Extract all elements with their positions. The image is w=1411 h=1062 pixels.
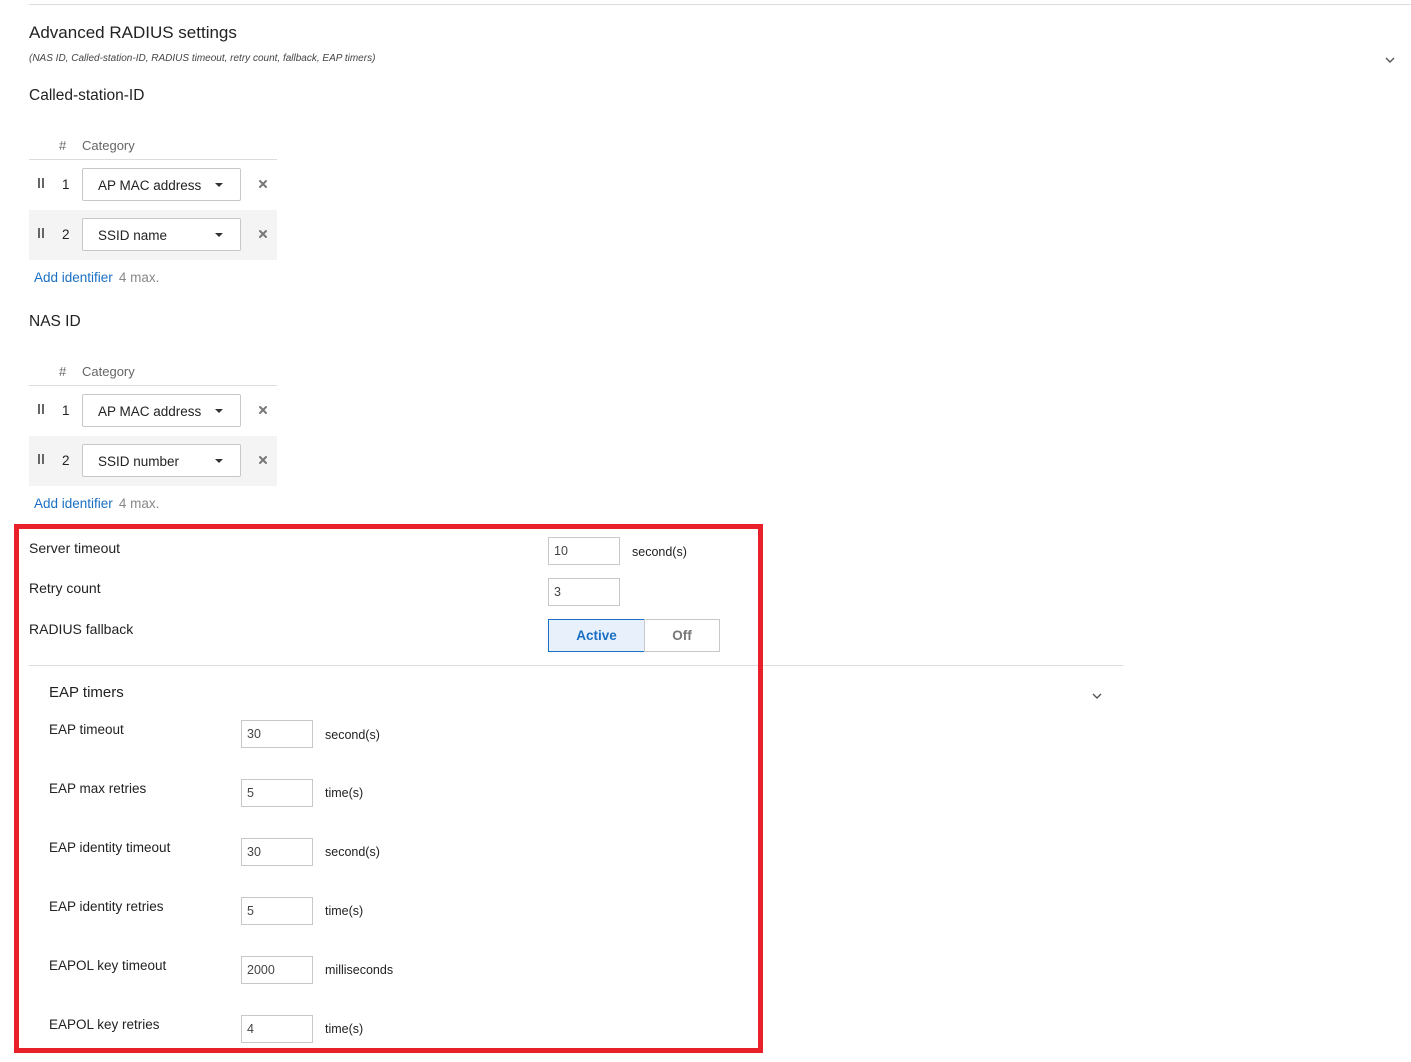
close-icon[interactable] xyxy=(257,177,269,189)
server-timeout-label: Server timeout xyxy=(29,540,121,556)
nas-id-table: # Category 1 AP MAC address 2 SSID numbe… xyxy=(29,355,277,486)
eap-identity-timeout-label: EAP identity timeout xyxy=(49,840,171,855)
category-select-value: SSID number xyxy=(98,454,180,469)
close-icon[interactable] xyxy=(257,403,269,415)
eapol-key-timeout-input[interactable] xyxy=(241,956,313,984)
eap-max-retries-label: EAP max retries xyxy=(49,781,147,796)
eap-timers-title: EAP timers xyxy=(49,684,124,701)
add-identifier-link[interactable]: Add identifier xyxy=(34,270,113,285)
caret-down-icon xyxy=(215,233,223,237)
drag-handle-icon[interactable] xyxy=(38,178,44,190)
eap-identity-timeout-unit: second(s) xyxy=(325,845,380,859)
row-number: 2 xyxy=(62,227,70,242)
table-row: 1 AP MAC address xyxy=(29,386,277,436)
top-divider xyxy=(29,4,1411,5)
category-select[interactable]: AP MAC address xyxy=(82,168,241,201)
category-select-value: AP MAC address xyxy=(98,404,202,419)
row-number: 2 xyxy=(62,453,70,468)
eap-identity-timeout-input[interactable] xyxy=(241,838,313,866)
add-identifier-row: Add identifier 4 max. xyxy=(34,270,159,285)
table-row: 2 SSID name xyxy=(29,210,277,260)
table-header: # Category xyxy=(29,355,277,386)
category-select-value: SSID name xyxy=(98,228,168,243)
eapol-key-retries-unit: time(s) xyxy=(325,1022,364,1036)
radius-fallback-label: RADIUS fallback xyxy=(29,621,134,637)
drag-handle-icon[interactable] xyxy=(38,228,44,240)
retry-count-label: Retry count xyxy=(29,580,101,596)
section-subtitle: (NAS ID, Called-station-ID, RADIUS timeo… xyxy=(29,53,376,64)
eapol-key-timeout-unit: milliseconds xyxy=(325,963,394,977)
eap-timeout-label: EAP timeout xyxy=(49,722,124,737)
drag-handle-icon[interactable] xyxy=(38,404,44,416)
add-identifier-row: Add identifier 4 max. xyxy=(34,496,159,511)
eap-divider xyxy=(29,665,1123,666)
column-category: Category xyxy=(82,364,135,379)
radius-fallback-toggle: Active Off xyxy=(548,619,720,652)
category-select-value: AP MAC address xyxy=(98,178,202,193)
max-note: 4 max. xyxy=(118,270,160,285)
table-row: 2 SSID number xyxy=(29,436,277,486)
section-title: Advanced RADIUS settings xyxy=(29,23,237,42)
table-row: 1 AP MAC address xyxy=(29,160,277,210)
add-identifier-link[interactable]: Add identifier xyxy=(34,496,113,511)
eap-timeout-input[interactable] xyxy=(241,720,313,748)
fallback-off-button[interactable]: Off xyxy=(644,619,720,652)
column-number: # xyxy=(59,138,67,153)
eap-identity-retries-label: EAP identity retries xyxy=(49,899,164,914)
caret-down-icon xyxy=(215,409,223,413)
caret-down-icon xyxy=(215,183,223,187)
eap-max-retries-input[interactable] xyxy=(241,779,313,807)
row-number: 1 xyxy=(62,403,70,418)
close-icon[interactable] xyxy=(257,453,269,465)
chevron-down-icon[interactable] xyxy=(1383,53,1397,67)
category-select[interactable]: AP MAC address xyxy=(82,394,241,427)
eapol-key-timeout-label: EAPOL key timeout xyxy=(49,958,167,973)
eapol-key-retries-input[interactable] xyxy=(241,1015,313,1043)
category-select[interactable]: SSID name xyxy=(82,218,241,251)
fallback-active-button[interactable]: Active xyxy=(548,619,645,652)
table-header: # Category xyxy=(29,129,277,160)
category-select[interactable]: SSID number xyxy=(82,444,241,477)
eap-identity-retries-unit: time(s) xyxy=(325,904,364,918)
caret-down-icon xyxy=(215,459,223,463)
server-timeout-unit: second(s) xyxy=(632,545,687,559)
row-number: 1 xyxy=(62,177,70,192)
chevron-down-icon[interactable] xyxy=(1090,689,1104,703)
column-number: # xyxy=(59,364,67,379)
called-station-id-table: # Category 1 AP MAC address 2 SSID name xyxy=(29,129,277,260)
called-station-id-title: Called-station-ID xyxy=(29,87,145,104)
column-category: Category xyxy=(82,138,135,153)
close-icon[interactable] xyxy=(257,227,269,239)
eap-timeout-unit: second(s) xyxy=(325,728,380,742)
max-note: 4 max. xyxy=(118,496,160,511)
eapol-key-retries-label: EAPOL key retries xyxy=(49,1017,160,1032)
server-timeout-input[interactable] xyxy=(548,537,620,565)
nas-id-title: NAS ID xyxy=(29,313,81,330)
eap-max-retries-unit: time(s) xyxy=(325,786,364,800)
eap-identity-retries-input[interactable] xyxy=(241,897,313,925)
drag-handle-icon[interactable] xyxy=(38,454,44,466)
retry-count-input[interactable] xyxy=(548,578,620,606)
